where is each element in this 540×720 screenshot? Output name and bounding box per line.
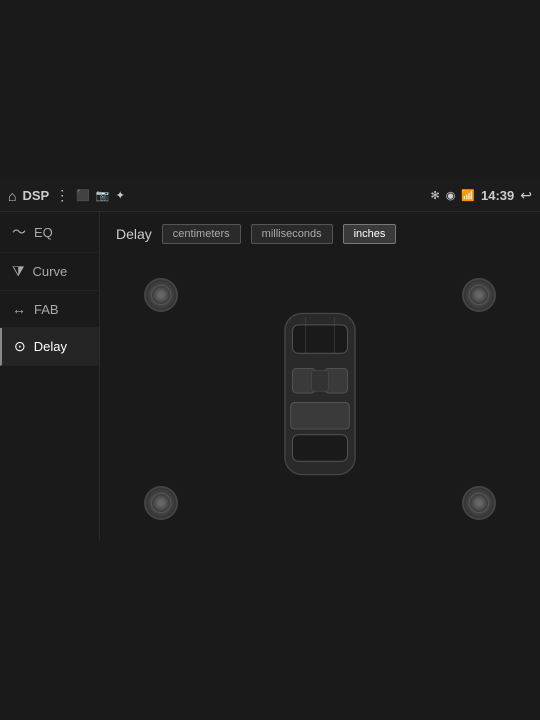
- sidebar-label-delay: Delay: [34, 339, 67, 354]
- clock: 14:39: [481, 188, 514, 203]
- camera-icon: 📷: [96, 189, 110, 202]
- sidebar-item-fab[interactable]: ↔ FAB: [0, 291, 99, 328]
- tab-centimeters[interactable]: centimeters: [162, 224, 241, 244]
- status-bar: ⌂ DSP ⋮ ⬛ 📷 ✦ ✻ ◉ 📶 14:39 ↩: [0, 180, 540, 212]
- sidebar-label-curve: Curve: [33, 264, 68, 279]
- fab-icon: ↔: [12, 301, 26, 317]
- location-icon: ◉: [446, 189, 456, 202]
- status-left: ⌂ DSP ⋮ ⬛ 📷 ✦: [8, 187, 125, 204]
- home-icon[interactable]: ⌂: [8, 188, 16, 204]
- delay-title: Delay: [116, 226, 152, 242]
- sidebar-label-fab: FAB: [34, 302, 59, 317]
- record-icon: ⬛: [76, 189, 90, 202]
- delay-header: Delay centimeters milliseconds inches: [116, 224, 524, 244]
- car-diagram: [265, 304, 375, 484]
- sidebar: 〜 EQ ⧩ Curve ↔ FAB ⊙ Delay: [0, 212, 100, 540]
- sidebar-item-eq[interactable]: 〜 EQ: [0, 212, 99, 253]
- tab-inches[interactable]: inches: [343, 224, 397, 244]
- sidebar-item-delay[interactable]: ⊙ Delay: [0, 328, 99, 366]
- main-content: 〜 EQ ⧩ Curve ↔ FAB ⊙ Delay Delay centime…: [0, 212, 540, 540]
- speaker-rear-left[interactable]: [144, 486, 178, 520]
- sidebar-label-eq: EQ: [34, 225, 53, 240]
- car-visualization: [116, 260, 524, 528]
- mic-icon: ✦: [116, 189, 125, 202]
- speaker-front-left[interactable]: [144, 278, 178, 312]
- content-area: Delay centimeters milliseconds inches: [100, 212, 540, 540]
- curve-icon: ⧩: [12, 263, 25, 280]
- wifi-icon: 📶: [461, 189, 475, 202]
- status-right: ✻ ◉ 📶 14:39 ↩: [430, 187, 532, 204]
- bluetooth-icon: ✻: [430, 189, 439, 202]
- sidebar-item-curve[interactable]: ⧩ Curve: [0, 253, 99, 291]
- menu-icon[interactable]: ⋮: [55, 187, 70, 204]
- delay-icon: ⊙: [14, 338, 26, 355]
- speaker-rear-right[interactable]: [462, 486, 496, 520]
- device-frame: ⌂ DSP ⋮ ⬛ 📷 ✦ ✻ ◉ 📶 14:39 ↩ 〜 EQ ⧩ Curve: [0, 180, 540, 540]
- tab-milliseconds[interactable]: milliseconds: [251, 224, 333, 244]
- eq-icon: 〜: [12, 222, 26, 242]
- back-icon[interactable]: ↩: [520, 187, 532, 204]
- app-title: DSP: [22, 188, 49, 203]
- speaker-front-right[interactable]: [462, 278, 496, 312]
